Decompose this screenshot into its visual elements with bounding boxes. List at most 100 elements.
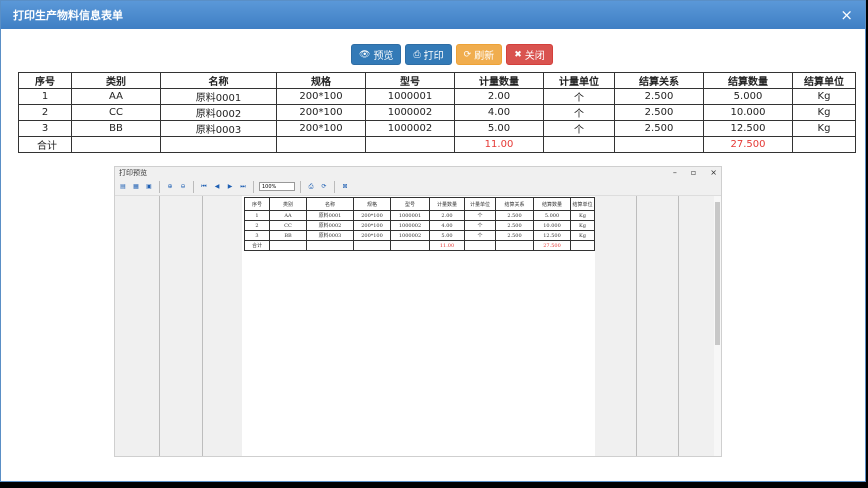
refresh-icon[interactable]: ⟳ bbox=[319, 181, 329, 192]
cell: 个 bbox=[464, 230, 496, 241]
close-button[interactable]: ✖ 关闭 bbox=[506, 44, 553, 65]
preview-button[interactable]: 👁 预览 bbox=[351, 44, 402, 65]
close-icon[interactable]: × bbox=[710, 168, 717, 177]
col-header: 结算关系 bbox=[614, 72, 704, 89]
cell: 5.000 bbox=[703, 88, 793, 105]
prev-page-icon[interactable]: ◀ bbox=[212, 181, 222, 192]
next-page-icon[interactable]: ▶ bbox=[225, 181, 235, 192]
preview-page: 序号 类别 名称 规格 型号 计量数量 计量单位 结算关系 结算数量 结算单位 bbox=[242, 196, 595, 456]
toolbar-separator bbox=[193, 180, 194, 193]
preview-total-settle: 27.500 bbox=[533, 240, 571, 251]
cell bbox=[306, 240, 354, 251]
cell: 200*100 bbox=[276, 104, 366, 121]
close-preview-icon[interactable]: ⊠ bbox=[340, 181, 350, 192]
zoom-select[interactable]: 100% bbox=[259, 182, 295, 191]
preview-row: 1 AA 原料0001 200*100 1000001 2.00 个 2.500… bbox=[244, 210, 595, 221]
col-header: 序号 bbox=[18, 72, 72, 89]
refresh-button[interactable]: ⟳ 刷新 bbox=[455, 44, 503, 65]
margin-line bbox=[636, 196, 637, 456]
table-row: 2 CC 原料0002 200*100 1000002 4.00 个 2.500… bbox=[18, 104, 856, 121]
preview-col-header: 计量数量 bbox=[429, 197, 465, 211]
preview-col-header: 类别 bbox=[269, 197, 307, 211]
cell: 个 bbox=[464, 220, 496, 231]
cell: 2.500 bbox=[614, 88, 704, 105]
preview-col-header: 序号 bbox=[244, 197, 270, 211]
preview-row: 2 CC 原料0002 200*100 1000002 4.00 个 2.500… bbox=[244, 220, 595, 231]
total-label: 合计 bbox=[18, 136, 72, 153]
cell: 原料0002 bbox=[160, 104, 277, 121]
preview-header-row: 序号 类别 名称 规格 型号 计量数量 计量单位 结算关系 结算数量 结算单位 bbox=[244, 197, 595, 211]
single-page-icon[interactable]: ▤ bbox=[118, 181, 128, 192]
cell: Kg bbox=[570, 220, 595, 231]
preview-canvas: 序号 类别 名称 规格 型号 计量数量 计量单位 结算关系 结算数量 结算单位 bbox=[115, 196, 715, 456]
cell bbox=[160, 136, 277, 153]
preview-row: 3 BB 原料0003 200*100 1000002 5.00 个 2.500… bbox=[244, 230, 595, 241]
cell: Kg bbox=[792, 120, 856, 137]
cell: BB bbox=[269, 230, 307, 241]
cell: 2.500 bbox=[614, 120, 704, 137]
cell: 10.000 bbox=[703, 104, 793, 121]
cell: 原料0001 bbox=[160, 88, 277, 105]
printer-icon: ⎙ bbox=[413, 49, 421, 60]
cell: 1000002 bbox=[390, 230, 430, 241]
preview-table: 序号 类别 名称 规格 型号 计量数量 计量单位 结算关系 结算数量 结算单位 bbox=[244, 197, 595, 251]
cell: 合计 bbox=[244, 240, 270, 251]
dialog-titlebar[interactable]: 打印生产物料信息表单 × bbox=[1, 1, 865, 29]
cell: 1 bbox=[244, 210, 270, 221]
col-header: 型号 bbox=[365, 72, 455, 89]
preview-total-row: 合计 11.00 27.500 bbox=[244, 240, 595, 251]
cell: 200*100 bbox=[276, 88, 366, 105]
cell bbox=[353, 240, 391, 251]
last-page-icon[interactable]: ⏭ bbox=[238, 181, 248, 192]
col-header: 计量单位 bbox=[543, 72, 615, 89]
maximize-icon[interactable]: ▫ bbox=[691, 168, 696, 177]
cell: 4.00 bbox=[429, 220, 465, 231]
preview-total-quantity: 11.00 bbox=[429, 240, 465, 251]
toolbar-separator bbox=[300, 180, 301, 193]
cell: 2.500 bbox=[495, 220, 534, 231]
cell: 1000002 bbox=[365, 104, 455, 121]
material-table: 序号 类别 名称 规格 型号 计量数量 计量单位 结算关系 结算数量 结算单位 … bbox=[18, 72, 856, 153]
cell bbox=[276, 136, 366, 153]
cell: 3 bbox=[244, 230, 270, 241]
cell: 10.000 bbox=[533, 220, 571, 231]
margin-line bbox=[678, 196, 679, 456]
close-icon: ✖ bbox=[514, 49, 522, 60]
cell: 原料0003 bbox=[160, 120, 277, 137]
col-header: 类别 bbox=[71, 72, 161, 89]
cell: CC bbox=[71, 104, 161, 121]
zoom-in-icon[interactable]: ⊕ bbox=[165, 181, 175, 192]
cell: 3 bbox=[18, 120, 72, 137]
cell: 2.00 bbox=[429, 210, 465, 221]
cell: Kg bbox=[792, 88, 856, 105]
preview-col-header: 规格 bbox=[353, 197, 391, 211]
preview-scrollbar[interactable] bbox=[714, 196, 721, 456]
cell: AA bbox=[269, 210, 307, 221]
first-page-icon[interactable]: ⏮ bbox=[199, 181, 209, 192]
col-header: 名称 bbox=[160, 72, 277, 89]
print-icon[interactable]: ⎙ bbox=[306, 181, 316, 192]
multi-page-icon[interactable]: ▦ bbox=[131, 181, 141, 192]
minimize-icon[interactable]: – bbox=[673, 168, 677, 177]
cell: 5.00 bbox=[429, 230, 465, 241]
table-row: 3 BB 原料0003 200*100 1000002 5.00 个 2.500… bbox=[18, 120, 856, 137]
cell: 12.500 bbox=[703, 120, 793, 137]
cell: 原料0002 bbox=[306, 220, 354, 231]
screen-background: 打印生产物料信息表单 × 👁 预览 ⎙ 打印 ⟳ 刷新 ✖ 关闭 序号 类别 名… bbox=[0, 0, 868, 488]
dialog-close-icon[interactable]: × bbox=[840, 7, 853, 23]
zoom-out-icon[interactable]: ⊖ bbox=[178, 181, 188, 192]
cell: 4.00 bbox=[454, 104, 544, 121]
cell: Kg bbox=[792, 104, 856, 121]
cell: 200*100 bbox=[353, 220, 391, 231]
preview-titlebar: 打印预览 – ▫ × bbox=[115, 167, 721, 178]
cell: Kg bbox=[570, 230, 595, 241]
page-setup-icon[interactable]: ▣ bbox=[144, 181, 154, 192]
cell: 5.00 bbox=[454, 120, 544, 137]
cell bbox=[792, 136, 856, 153]
scrollbar-thumb[interactable] bbox=[715, 202, 720, 345]
cell: BB bbox=[71, 120, 161, 137]
print-button[interactable]: ⎙ 打印 bbox=[405, 44, 452, 65]
refresh-button-label: 刷新 bbox=[474, 51, 495, 62]
cell: 1000002 bbox=[365, 120, 455, 137]
cell: 原料0003 bbox=[306, 230, 354, 241]
